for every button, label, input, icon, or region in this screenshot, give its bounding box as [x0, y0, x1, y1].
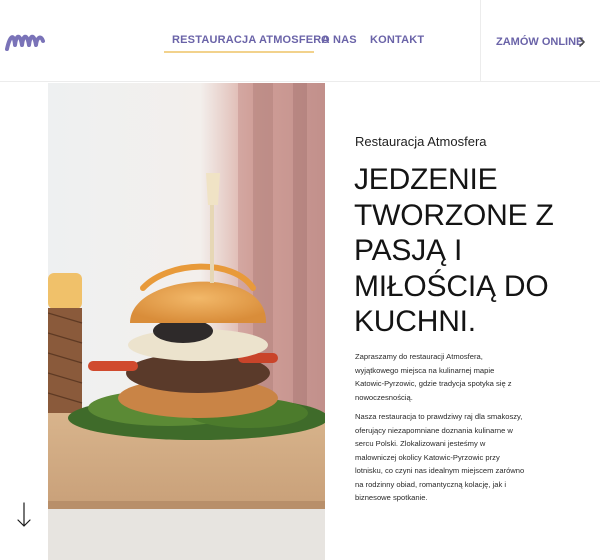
hero-subtitle: Restauracja Atmosfera [355, 134, 487, 149]
arrow-down-icon[interactable] [16, 502, 32, 528]
order-online-link[interactable]: ZAMÓW ONLINE [496, 36, 583, 48]
nav-item-kontakt[interactable]: KONTAKT [370, 34, 424, 46]
wave-logo-icon[interactable] [4, 27, 46, 55]
burger-illustration [48, 83, 325, 560]
order-online-box[interactable]: ZAMÓW ONLINE [480, 0, 600, 82]
hero-paragraph-1: Zapraszamy do restauracji Atmosfera, wyj… [355, 352, 512, 402]
site-header: RESTAURACJA ATMOSFERA O NAS KONTAKT ZAMÓ… [0, 0, 600, 82]
active-nav-underline [164, 51, 314, 53]
burger-photo [48, 83, 325, 560]
nav-item-restauracja[interactable]: RESTAURACJA ATMOSFERA [172, 34, 330, 46]
nav-item-o-nas[interactable]: O NAS [321, 34, 357, 46]
hero-paragraph-2: Nasza restauracja to prawdziwy raj dla s… [355, 412, 525, 502]
hero-headline: JEDZENIE TWORZONE Z PASJĄ I MIŁOŚCIĄ DO … [354, 163, 554, 338]
chevron-right-icon [579, 37, 585, 47]
